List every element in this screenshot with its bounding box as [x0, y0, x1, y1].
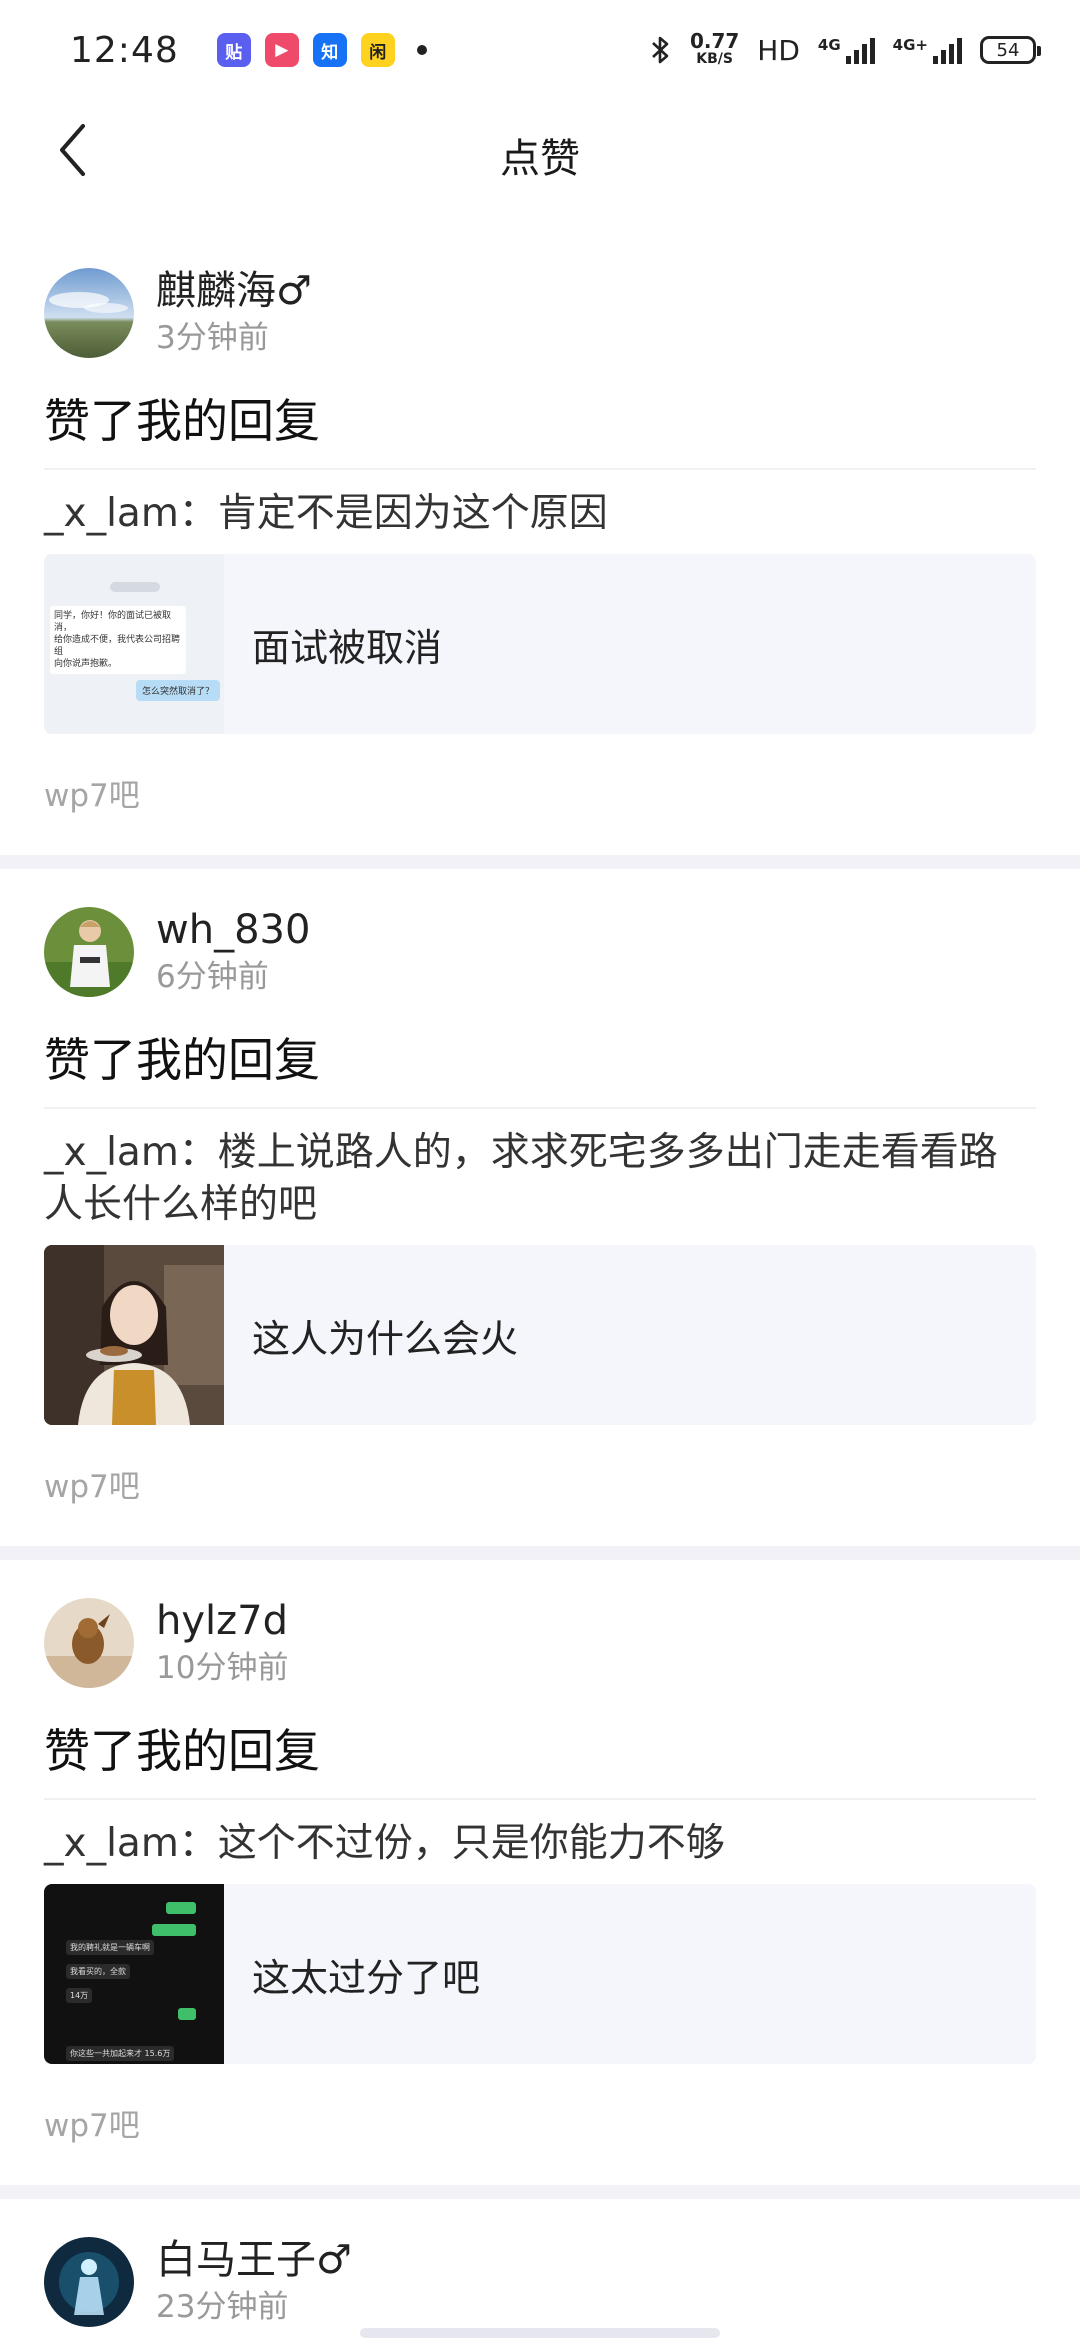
quoted-post[interactable]: 我的聘礼就是一辆车啊 我看买的，全款 14万 你这些一共加起来才 15.6万 这… [44, 1884, 1036, 2064]
my-reply[interactable]: _x_lam：肯定不是因为这个原因 [44, 488, 1036, 540]
video-app-icon: ▶ [264, 33, 299, 67]
notification-card[interactable]: hylz7d 10分钟前 赞了我的回复 _x_lam：这个不过份，只是你能力不够… [0, 1588, 1080, 2185]
nav-bar: 点赞 [0, 100, 1080, 204]
net-speed: 0.77 KB/S [689, 29, 740, 68]
action-text: 赞了我的回复 [44, 1033, 320, 1087]
user-meta: wh_830 6分钟前 [156, 905, 310, 999]
thumb-line: 同学，你好！你的面试已被取消， [54, 611, 172, 633]
tieba-app-icon: 贴 [216, 33, 251, 67]
quoted-post[interactable]: 这人为什么会火 [44, 1245, 1036, 1425]
notification-card[interactable]: wh_830 6分钟前 赞了我的回复 _x_lam：楼上说路人的，求求死宅多多出… [0, 897, 1080, 1546]
time-ago: 23分钟前 [156, 2289, 289, 2325]
action-text: 赞了我的回复 [44, 1724, 320, 1778]
battery-icon: 54 [980, 36, 1041, 64]
time-ago: 6分钟前 [156, 959, 269, 995]
avatar[interactable] [44, 2237, 134, 2327]
bluetooth-icon [652, 36, 669, 64]
time-ago: 3分钟前 [156, 320, 269, 356]
user-meta: hylz7d 10分钟前 [156, 1596, 288, 1690]
card-separator [0, 1546, 1080, 1560]
hd-label: HD [757, 33, 800, 67]
net-speed-value: 0.77 [689, 29, 740, 53]
post-thumbnail: 同学，你好！你的面试已被取消， 给你造成不便，我代表公司招聘组 向你说声抱歉。 … [44, 554, 224, 734]
thumb-chat-line: 14万 [66, 1988, 93, 2003]
username[interactable]: 麒麟海♂ [156, 266, 312, 316]
more-notifications-dot [416, 45, 427, 55]
thumb-line: 向你说声抱歉。 [54, 659, 118, 669]
notification-app-icons: 贴 ▶ 知 闲 [216, 33, 427, 67]
notification-card[interactable]: 白马王子♂ 23分钟前 [0, 2227, 1080, 2337]
divider [44, 1798, 1036, 1800]
forum-name[interactable]: wp7吧 [44, 770, 1036, 855]
xianyu-app-icon: 闲 [360, 33, 395, 67]
status-indicators: 0.77 KB/S HD 4G 4G+ 54 [650, 29, 1041, 68]
status-bar: 12:48 贴 ▶ 知 闲 0.77 KB/S HD 4G 4G+ 54 [0, 0, 1080, 100]
status-time: 12:48 [70, 29, 179, 71]
user-row: hylz7d 10分钟前 [44, 1588, 1036, 1698]
divider [44, 468, 1036, 470]
thumb-chat-line: 你这些一共加起来才 15.6万 [66, 2046, 175, 2061]
post-title: 这人为什么会火 [252, 1316, 519, 1361]
thumb-line: 给你造成不便，我代表公司招聘组 [54, 635, 181, 657]
my-reply[interactable]: _x_lam：这个不过份，只是你能力不够 [44, 1818, 1036, 1870]
user-row: 麒麟海♂ 3分钟前 [44, 258, 1036, 368]
avatar[interactable] [44, 907, 134, 997]
avatar[interactable] [44, 1598, 134, 1688]
username[interactable]: wh_830 [156, 905, 310, 955]
user-row: 白马王子♂ 23分钟前 [44, 2227, 1036, 2337]
signal-1-icon: 4G [818, 36, 875, 64]
forum-name[interactable]: wp7吧 [44, 1461, 1036, 1546]
page-title: 点赞 [500, 136, 580, 182]
divider [44, 1107, 1036, 1109]
post-title: 面试被取消 [252, 625, 443, 670]
card-separator [0, 2185, 1080, 2199]
post-thumbnail: 我的聘礼就是一辆车啊 我看买的，全款 14万 你这些一共加起来才 15.6万 [44, 1884, 224, 2064]
signal-2-label: 4G+ [892, 36, 928, 54]
zhihu-app-icon: 知 [312, 33, 347, 67]
net-speed-unit: KB/S [696, 51, 733, 67]
battery-level: 54 [996, 39, 1020, 61]
notification-card[interactable]: 麒麟海♂ 3分钟前 赞了我的回复 _x_lam：肯定不是因为这个原因 同学，你好… [0, 258, 1080, 855]
action-text: 赞了我的回复 [44, 394, 320, 448]
thumb-chat-line: 我的聘礼就是一辆车啊 [66, 1940, 154, 1955]
card-separator [0, 855, 1080, 869]
my-reply[interactable]: _x_lam：楼上说路人的，求求死宅多多出门走走看看路人长什么样的吧 [44, 1127, 1036, 1231]
thumb-chat-line: 我看买的，全款 [66, 1964, 130, 1979]
time-ago: 10分钟前 [156, 1650, 289, 1686]
user-meta: 麒麟海♂ 3分钟前 [156, 266, 312, 360]
home-indicator[interactable] [360, 2328, 720, 2338]
forum-name[interactable]: wp7吧 [44, 2100, 1036, 2185]
user-meta: 白马王子♂ 23分钟前 [156, 2235, 352, 2329]
quoted-post[interactable]: 同学，你好！你的面试已被取消， 给你造成不便，我代表公司招聘组 向你说声抱歉。 … [44, 554, 1036, 734]
thumb-reply-bubble: 怎么突然取消了？ [135, 680, 220, 701]
signal-1-label: 4G [817, 36, 841, 54]
username[interactable]: 白马王子♂ [156, 2235, 352, 2285]
post-thumbnail [44, 1245, 224, 1425]
like-notification-list[interactable]: 麒麟海♂ 3分钟前 赞了我的回复 _x_lam：肯定不是因为这个原因 同学，你好… [0, 230, 1080, 2337]
avatar[interactable] [44, 268, 134, 358]
post-title: 这太过分了吧 [252, 1955, 481, 2000]
username[interactable]: hylz7d [156, 1596, 288, 1646]
user-row: wh_830 6分钟前 [44, 897, 1036, 1007]
signal-2-icon: 4G+ [893, 36, 962, 64]
